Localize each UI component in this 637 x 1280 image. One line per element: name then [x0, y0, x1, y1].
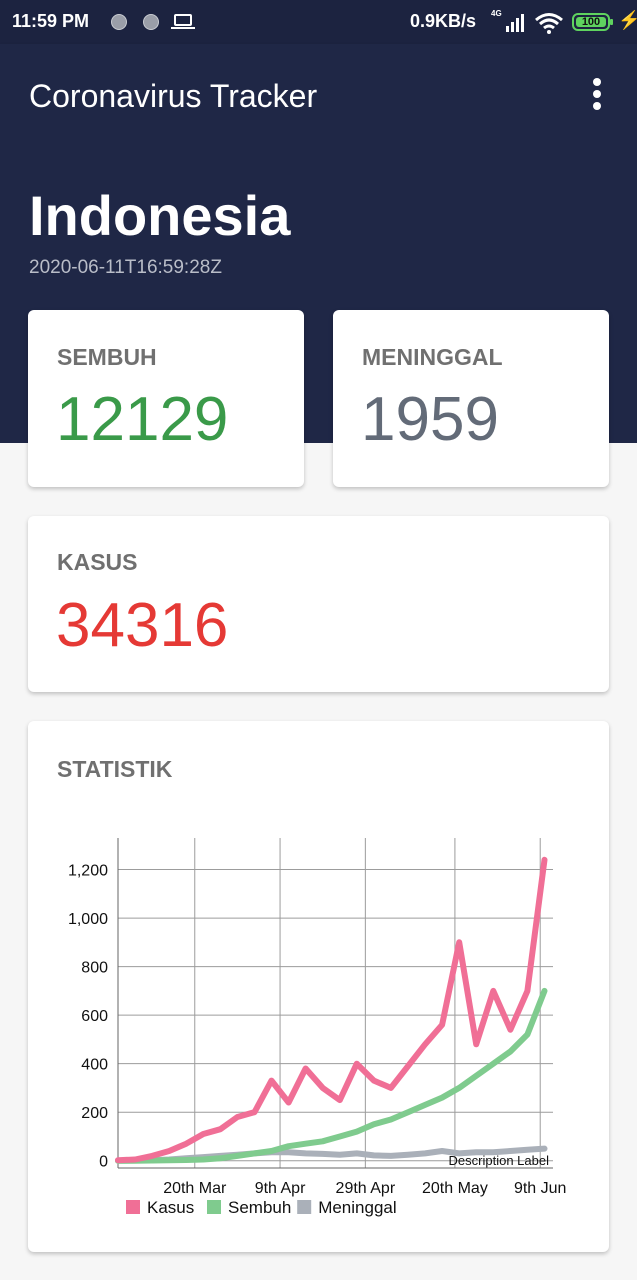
y-tick-label: 1,200: [68, 863, 108, 880]
series-line-kasus: [115, 856, 548, 1164]
x-tick-label: 29th Apr: [336, 1180, 396, 1197]
x-tick-label: 9th Jun: [514, 1180, 566, 1197]
y-tick-label: 800: [81, 960, 108, 977]
legend-label: Kasus: [147, 1198, 194, 1217]
chart-description: Description Label: [449, 1153, 550, 1168]
y-tick-label: 200: [81, 1105, 108, 1122]
legend-swatch-kasus: [126, 1200, 140, 1214]
legend-label: Meninggal: [318, 1198, 396, 1217]
legend-label: Sembuh: [228, 1198, 291, 1217]
legend-swatch-meninggal: [297, 1200, 312, 1214]
y-tick-label: 0: [99, 1154, 108, 1171]
series-line-sembuh: [115, 987, 548, 1164]
statistics-chart[interactable]: 0 200 400 600 800 1,000 1,200 20th Mar 9th Apr 29…: [0, 0, 637, 1280]
y-tick-label: 600: [81, 1008, 108, 1025]
y-tick-label: 1,000: [68, 911, 108, 928]
x-tick-label: 20th Mar: [163, 1180, 227, 1197]
x-tick-label: 20th May: [422, 1180, 488, 1197]
y-tick-label: 400: [81, 1057, 108, 1074]
legend-swatch-sembuh: [207, 1200, 221, 1214]
x-tick-label: 9th Apr: [255, 1180, 306, 1197]
